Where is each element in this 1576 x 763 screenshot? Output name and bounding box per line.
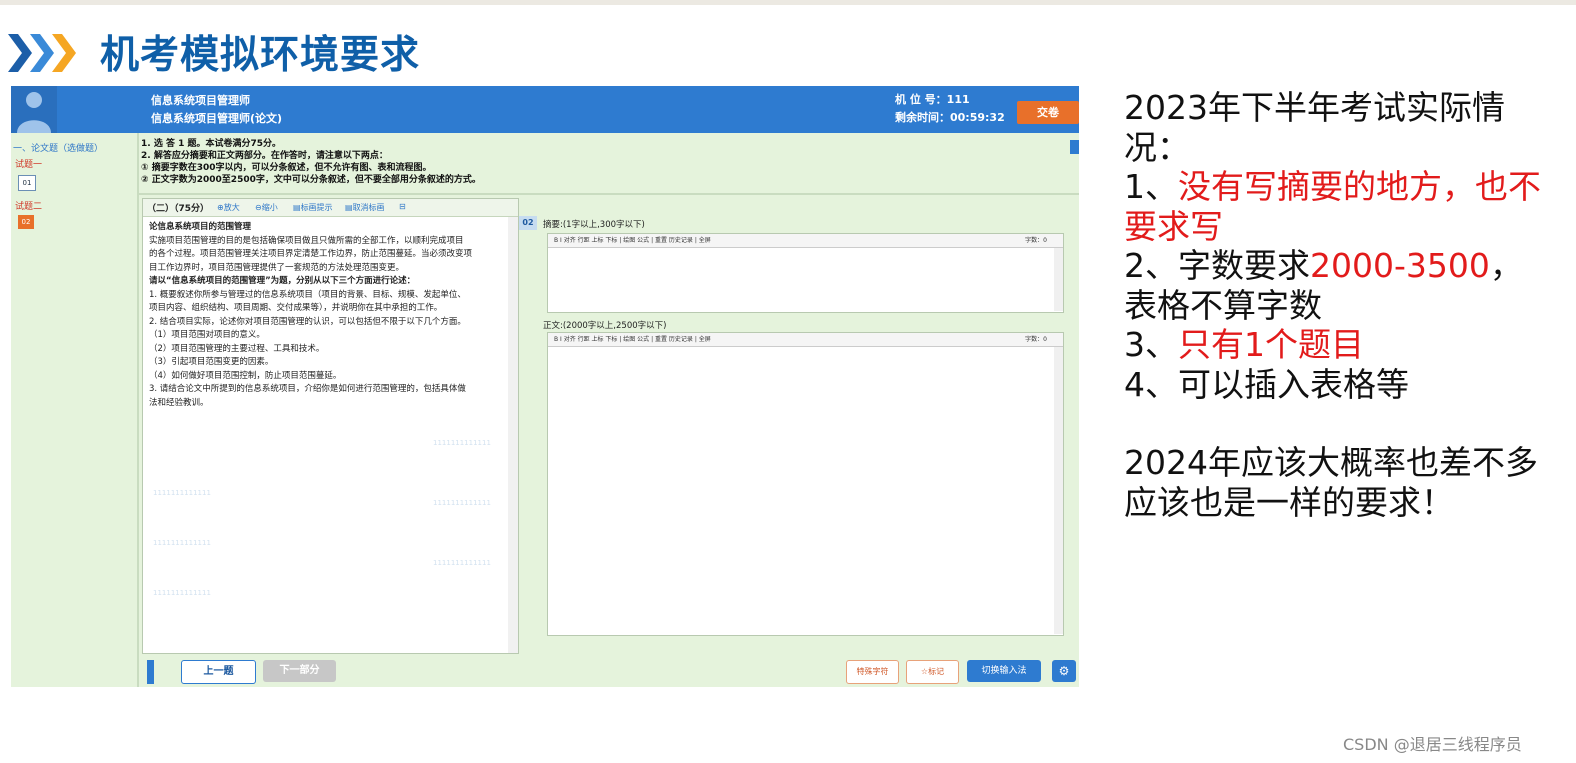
question-panel: （二）（75分） ⊕放大 ⊖缩小 ▤标画提示 ▤取消标画 ⊟ 论信息系统项目的范…: [142, 198, 519, 654]
watermark: 1111111111111: [433, 559, 491, 567]
top-strip: [0, 0, 1576, 5]
sidebar-item-q2-label: 试题二: [15, 202, 43, 212]
question-title: 论信息系统项目的范围管理: [149, 222, 252, 232]
sidebar-section-label[interactable]: 一、论文题（选做题）: [13, 141, 103, 154]
question-line: （3）引起项目范围变更的因素。: [149, 357, 274, 367]
main-text-editor[interactable]: B I 对齐 行距 上标 下标 | 绘图 公式 | 重置 历史记录 | 全屏 字…: [547, 332, 1064, 636]
word-count: 字数：0: [1025, 237, 1047, 244]
collapse-handle[interactable]: [1070, 140, 1079, 154]
watermark: 1111111111111: [153, 589, 211, 597]
zoom-out-button[interactable]: ⊖缩小: [255, 202, 278, 213]
sidebar-item-q1[interactable]: 01: [18, 175, 36, 191]
question-line: （1）项目范围对项目的意义。: [149, 330, 265, 340]
exam-header: 信息系统项目管理师 信息系统项目管理师(论文) 机 位 号：111 剩余时间：0…: [11, 86, 1079, 133]
editor-scrollbar[interactable]: [1054, 347, 1063, 634]
watermark: 1111111111111: [433, 499, 491, 507]
notes-outlook-1: 2024年应该大概率也差不多: [1124, 443, 1538, 482]
question-line: 法和经验教训。: [149, 397, 209, 408]
star-icon: ☆: [920, 667, 929, 676]
avatar: [11, 86, 57, 133]
question-line: 的各个过程。项目范围管理关注项目界定清楚工作边界，防止范围蔓延。当必须改变项: [149, 249, 473, 259]
instruction-line: 2. 解答应分摘要和正文两部分。在作答时，请注意以下两点：: [141, 151, 388, 161]
split-view-icon[interactable]: ⊟: [399, 202, 406, 211]
abstract-label: 摘要:(1字以上,300字以下): [543, 220, 645, 230]
main-text-label: 正文:(2000字以上,2500字以下): [543, 321, 667, 331]
instruction-line: ② 正文字数为2000至2500字，文中可以分条叙述，但不要全部用分条叙述的方式…: [141, 175, 481, 185]
special-chars-button[interactable]: 特殊字符: [846, 660, 899, 684]
time-remaining: 剩余时间：00:59:32: [895, 111, 1005, 124]
zoom-in-button[interactable]: ⊕放大: [217, 202, 240, 213]
notes-item-3: 3、只有1个题目: [1124, 325, 1364, 364]
seat-number: 机 位 号：111: [895, 93, 970, 106]
question-line: 请以“信息系统项目的范围管理”为题，分别从以下三个方面进行论述：: [149, 276, 416, 286]
user-icon: [17, 92, 51, 133]
mark-button[interactable]: ☆标记: [906, 660, 959, 684]
question-text: 论信息系统项目的范围管理 实施项目范围管理的目的是包括确保项目做且只做所需的全部…: [149, 221, 504, 410]
question-toolbar: （二）（75分） ⊕放大 ⊖缩小 ▤标画提示 ▤取消标画 ⊟: [143, 199, 518, 217]
word-count: 字数：0: [1025, 336, 1047, 343]
unhighlight-button[interactable]: ▤取消标画: [345, 202, 385, 213]
abstract-editor[interactable]: B I 对齐 行距 上标 下标 | 绘图 公式 | 重置 历史记录 | 全屏 字…: [547, 233, 1064, 313]
slide-title: 机考模拟环境要求: [100, 33, 421, 78]
collapse-left-handle[interactable]: [147, 660, 154, 684]
divider: [139, 193, 1079, 195]
sidebar-item-q1-label: 试题一: [15, 160, 43, 170]
credit-watermark: CSDN @退居三线程序员: [1343, 735, 1522, 754]
gear-icon[interactable]: ⚙: [1052, 660, 1076, 682]
chevron-arrows-icon: [8, 34, 76, 72]
question-line: （4）如何做好项目范围控制，防止项目范围蔓延。: [149, 370, 342, 381]
exam-window: 信息系统项目管理师 信息系统项目管理师(论文) 机 位 号：111 剩余时间：0…: [11, 86, 1079, 687]
question-line: 目工作边界时，项目范围管理提供了一套规范的方法处理范围变更。: [149, 262, 405, 273]
question-line: 项目内容、组织结构、项目周期、交付成果等），并说明你在其中承担的工作。: [149, 303, 443, 313]
sidebar-item-q2[interactable]: 02: [18, 215, 34, 229]
watermark: 1111111111111: [153, 489, 211, 497]
exam-paper: 信息系统项目管理师(论文): [151, 112, 283, 125]
question-line: （2）项目范围管理的主要过程、工具和技术。: [149, 343, 325, 354]
instruction-line: ① 摘要字数在300字以内，可以分条叙述，但不允许有图、表和流程图。: [141, 163, 432, 173]
submit-button[interactable]: 交卷: [1017, 101, 1079, 124]
notes-item-2-line2: 表格不算字数: [1124, 285, 1322, 325]
watermark: 1111111111111: [153, 539, 211, 547]
question-line: 3. 请结合论文中所提到的信息系统项目，介绍你是如何进行范围管理的，包括具体做: [149, 384, 466, 394]
question-line: 2. 结合项目实际，论述你对项目范围管理的认识，可以包括但不限于以下几个方面。: [149, 316, 466, 327]
notes-heading: 2023年下半年考试实际情况：: [1124, 88, 1505, 167]
exam-subject: 信息系统项目管理师: [151, 94, 250, 107]
question-sidebar: 一、论文题（选做题） 试题一 01 试题二 02: [11, 133, 139, 687]
notes-item-4: 4、可以插入表格等: [1124, 364, 1409, 404]
question-line: 1. 概要叙述你所参与管理过的信息系统项目（项目的背景、目标、规模、发起单位、: [149, 289, 466, 300]
instruction-line: 1. 选 答 1 题。本试卷满分75分。: [141, 139, 282, 149]
editor-scrollbar[interactable]: [1054, 248, 1063, 311]
prev-question-button[interactable]: 上一题: [181, 660, 256, 684]
notes-panel: 2023年下半年考试实际情况： 1、没有写摘要的地方，也不要求写 2、字数要求2…: [1124, 88, 1564, 522]
notes-outlook-2: 应该也是一样的要求！: [1124, 482, 1454, 522]
exam-footer: 上一题 下一部分 特殊字符 ☆标记 切换输入法 ⚙: [139, 656, 1079, 687]
watermark: 1111111111111: [433, 439, 491, 447]
question-scrollbar[interactable]: [508, 217, 518, 653]
answer-panel: 02 摘要:(1字以上,300字以下) B I 对齐 行距 上标 下标 | 绘图…: [519, 214, 1079, 654]
highlight-button[interactable]: ▤标画提示: [293, 202, 333, 213]
question-score-label: （二）（75分）: [147, 204, 210, 214]
notes-item-1: 1、没有写摘要的地方，也不要求写: [1124, 167, 1541, 246]
editor-toolbar[interactable]: B I 对齐 行距 上标 下标 | 绘图 公式 | 重置 历史记录 | 全屏 字…: [548, 234, 1063, 248]
question-line: 实施项目范围管理的目的是包括确保项目做且只做所需的全部工作，以顺利完成项目: [149, 235, 464, 246]
switch-ime-button[interactable]: 切换输入法: [967, 660, 1041, 682]
editor-toolbar[interactable]: B I 对齐 行距 上标 下标 | 绘图 公式 | 重置 历史记录 | 全屏 字…: [548, 333, 1063, 347]
answer-question-number: 02: [519, 216, 537, 230]
next-part-button[interactable]: 下一部分: [263, 660, 336, 682]
notes-item-2: 2、字数要求2000-3500，: [1124, 246, 1523, 285]
exam-instructions: 1. 选 答 1 题。本试卷满分75分。 2. 解答应分摘要和正文两部分。在作答…: [141, 138, 1071, 186]
